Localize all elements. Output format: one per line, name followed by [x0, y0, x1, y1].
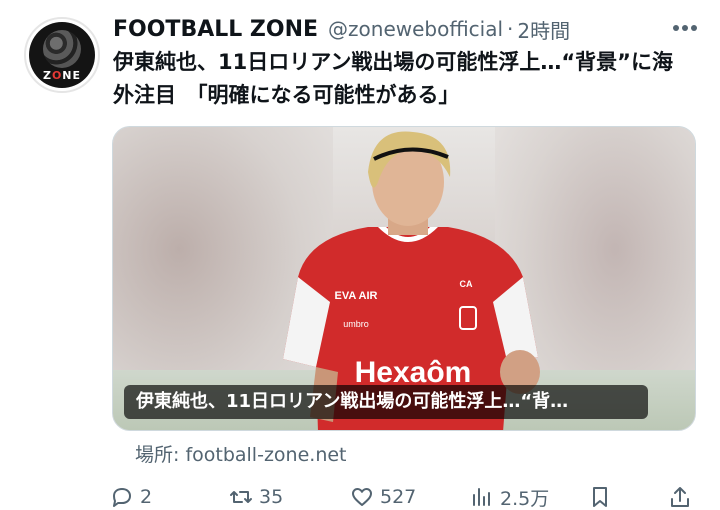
- share-button[interactable]: [668, 480, 692, 510]
- tweet-text: 伊東純也、11日ロリアン戦出場の可能性浮上…“背景”に海外注目 「明確になる可能…: [113, 50, 673, 107]
- tweet-header: FOOTBALL ZONE @zonewebofficial · 2時間: [113, 12, 570, 46]
- reply-icon: [113, 488, 131, 507]
- views-icon: [473, 488, 490, 506]
- like-button[interactable]: 527: [350, 480, 416, 510]
- avatar-logo: ZONE: [29, 22, 95, 88]
- tweet-timestamp[interactable]: 2時間: [517, 15, 570, 44]
- avatar[interactable]: ZONE: [24, 17, 100, 93]
- separator-dot: ·: [507, 17, 514, 41]
- like-icon: [352, 488, 372, 506]
- views-button[interactable]: 2.5万: [470, 480, 549, 510]
- reply-count: 2: [140, 486, 153, 508]
- share-icon: [671, 487, 689, 507]
- avatar-logo-text: ZONE: [42, 69, 82, 82]
- card-caption: 伊東純也、11日ロリアン戦出場の可能性浮上…“背…: [124, 385, 648, 419]
- retweet-icon: [230, 491, 252, 503]
- views-count: 2.5万: [500, 487, 550, 510]
- tweet-actions: 2 35 527 2.5万: [106, 480, 706, 510]
- svg-text:EVA AIR: EVA AIR: [335, 290, 378, 302]
- bookmark-button[interactable]: [588, 480, 612, 510]
- like-count: 527: [380, 486, 417, 508]
- retweet-button[interactable]: 35: [229, 480, 283, 510]
- retweet-count: 35: [259, 486, 284, 508]
- card-source-link[interactable]: 場所: football-zone.net: [135, 440, 347, 467]
- more-icon: [673, 25, 697, 31]
- football-icon: [43, 30, 81, 68]
- account-handle[interactable]: @zonewebofficial: [328, 17, 503, 41]
- svg-text:CA: CA: [460, 279, 473, 289]
- bookmark-icon: [593, 487, 607, 507]
- reply-button[interactable]: 2: [110, 480, 152, 510]
- svg-text:umbro: umbro: [343, 319, 369, 329]
- more-options-button[interactable]: [668, 14, 702, 42]
- account-name[interactable]: FOOTBALL ZONE: [113, 17, 318, 42]
